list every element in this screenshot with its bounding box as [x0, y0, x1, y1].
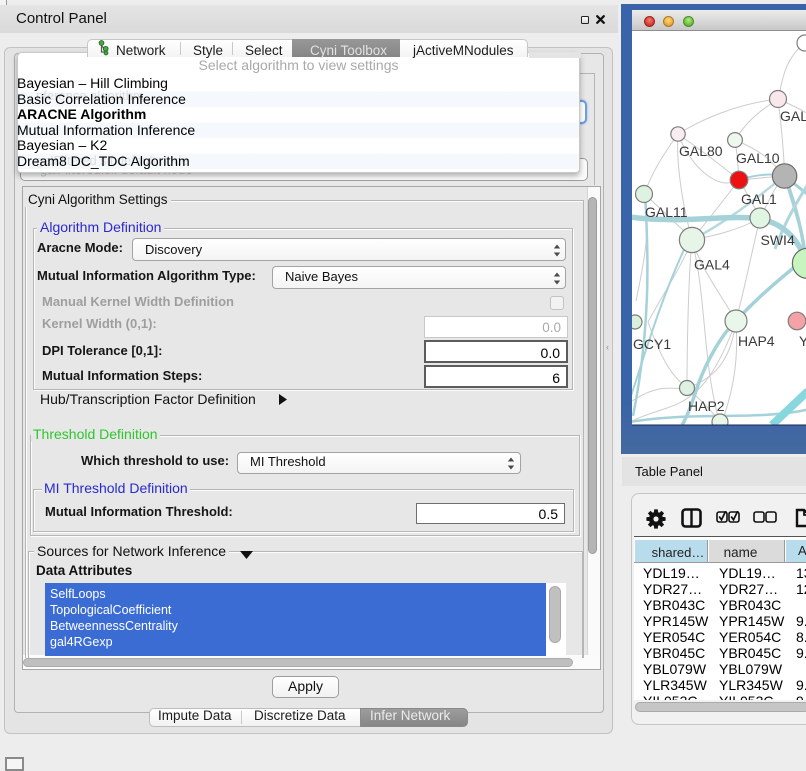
- svg-text:HAP2: HAP2: [688, 398, 725, 414]
- svg-text:GAL11: GAL11: [645, 204, 688, 220]
- svg-text:GCY1: GCY1: [633, 336, 671, 352]
- svg-text:GAL80: GAL80: [679, 143, 723, 159]
- svg-text:GAL: GAL: [780, 108, 806, 124]
- svg-text:GAL10: GAL10: [736, 150, 780, 166]
- svg-text:GAL4: GAL4: [694, 257, 730, 273]
- svg-text:GAL1: GAL1: [741, 191, 777, 207]
- svg-text:Y: Y: [799, 333, 806, 349]
- svg-text:HAP4: HAP4: [738, 333, 775, 349]
- svg-text:SWI4: SWI4: [761, 232, 795, 248]
